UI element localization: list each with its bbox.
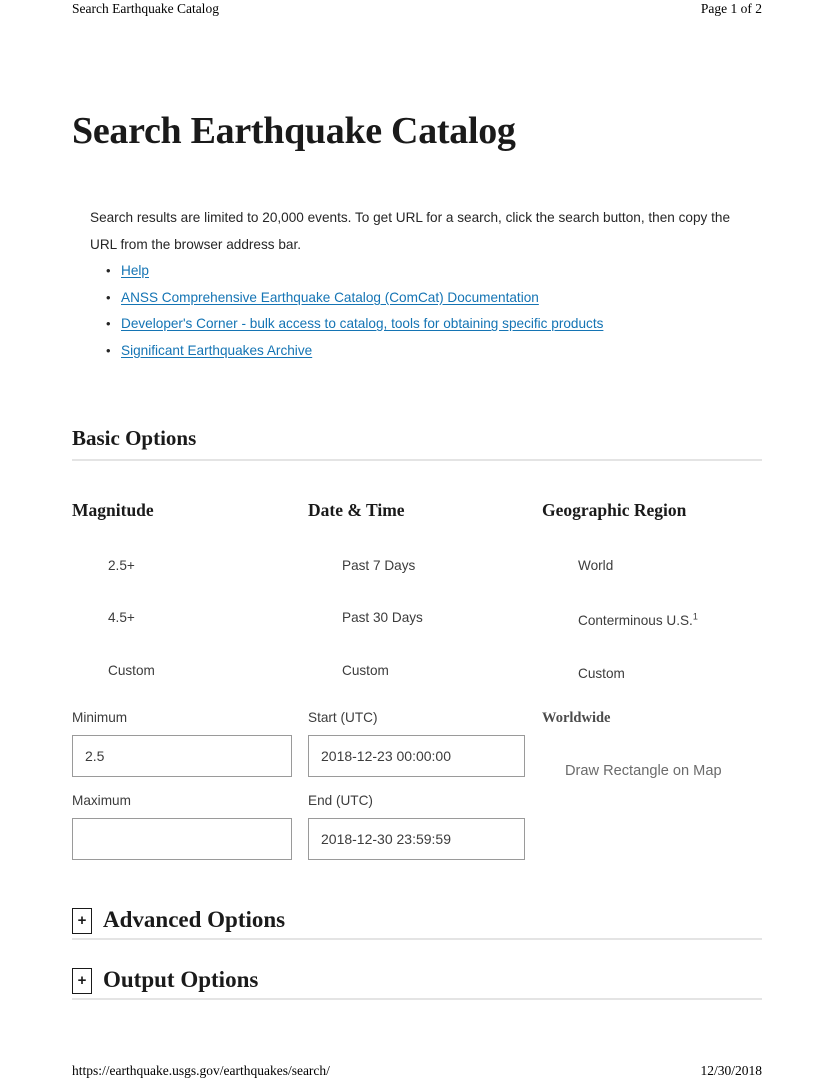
print-footer-date: 12/30/2018 bbox=[700, 1063, 762, 1078]
option-magnitude-custom[interactable]: Custom bbox=[108, 661, 155, 681]
label-start-utc: Start (UTC) bbox=[308, 710, 378, 725]
print-footer: https://earthquake.usgs.gov/earthquakes/… bbox=[72, 1062, 762, 1079]
print-footer-url: https://earthquake.usgs.gov/earthquakes/… bbox=[72, 1063, 330, 1078]
column-header-date-time: Date & Time bbox=[308, 500, 405, 520]
link-developers-corner[interactable]: Developer's Corner - bulk access to cata… bbox=[121, 316, 603, 331]
output-options-divider bbox=[72, 998, 762, 1000]
label-minimum: Minimum bbox=[72, 710, 128, 725]
print-header: Search Earthquake Catalog Page 1 of 2 bbox=[72, 0, 762, 26]
output-options-title: Output Options bbox=[103, 967, 259, 992]
print-header-title: Search Earthquake Catalog bbox=[72, 1, 219, 16]
print-header-page-indicator: Page 1 of 2 bbox=[700, 1, 762, 16]
link-comcat-documentation[interactable]: ANSS Comprehensive Earthquake Catalog (C… bbox=[121, 290, 539, 305]
option-magnitude-2-5[interactable]: 2.5+ bbox=[108, 556, 135, 576]
option-region-custom[interactable]: Custom bbox=[578, 664, 625, 684]
label-worldwide: Worldwide bbox=[542, 710, 611, 726]
expand-icon[interactable]: + bbox=[72, 968, 92, 994]
link-significant-earthquakes-archive[interactable]: Significant Earthquakes Archive bbox=[121, 343, 312, 358]
draw-rectangle-on-map-button[interactable]: Draw Rectangle on Map bbox=[565, 760, 722, 782]
option-magnitude-4-5[interactable]: 4.5+ bbox=[108, 608, 135, 628]
option-date-past-30-days[interactable]: Past 30 Days bbox=[342, 608, 423, 628]
intro-paragraph: Search results are limited to 20,000 eve… bbox=[90, 209, 731, 252]
advanced-options-title: Advanced Options bbox=[103, 907, 286, 932]
output-options-section[interactable]: + Output Options bbox=[72, 966, 762, 1000]
page-title: Search Earthquake Catalog bbox=[72, 110, 516, 152]
option-region-world[interactable]: World bbox=[578, 556, 613, 576]
input-minimum-magnitude[interactable]: 2.5 bbox=[72, 735, 292, 777]
expand-icon[interactable]: + bbox=[72, 908, 92, 934]
label-maximum: Maximum bbox=[72, 793, 131, 808]
basic-options-heading: Basic Options bbox=[72, 426, 197, 450]
list-item: ANSS Comprehensive Earthquake Catalog (C… bbox=[96, 285, 776, 312]
column-header-geographic-region: Geographic Region bbox=[542, 500, 687, 520]
footnote-marker: 1 bbox=[692, 611, 698, 622]
basic-options-divider bbox=[72, 459, 762, 461]
input-start-datetime[interactable]: 2018-12-23 00:00:00 bbox=[308, 735, 525, 777]
option-region-conterminous-us[interactable]: Conterminous U.S.1 bbox=[578, 611, 698, 631]
input-end-datetime[interactable]: 2018-12-30 23:59:59 bbox=[308, 818, 525, 860]
option-date-custom[interactable]: Custom bbox=[342, 661, 389, 681]
option-date-past-7-days[interactable]: Past 7 Days bbox=[342, 556, 415, 576]
option-region-conterminous-us-label: Conterminous U.S. bbox=[578, 613, 693, 628]
advanced-options-section[interactable]: + Advanced Options bbox=[72, 906, 762, 940]
printed-page: Search Earthquake Catalog Page 1 of 2 Se… bbox=[0, 0, 834, 1079]
label-end-utc: End (UTC) bbox=[308, 793, 373, 808]
list-item: Significant Earthquakes Archive bbox=[96, 338, 776, 365]
list-item: Developer's Corner - bulk access to cata… bbox=[96, 311, 776, 338]
list-item: Help bbox=[96, 258, 776, 285]
link-help[interactable]: Help bbox=[121, 263, 149, 278]
column-header-magnitude: Magnitude bbox=[72, 500, 154, 520]
resource-link-list: Help ANSS Comprehensive Earthquake Catal… bbox=[96, 258, 776, 364]
advanced-options-divider bbox=[72, 938, 762, 940]
input-maximum-magnitude[interactable] bbox=[72, 818, 292, 860]
